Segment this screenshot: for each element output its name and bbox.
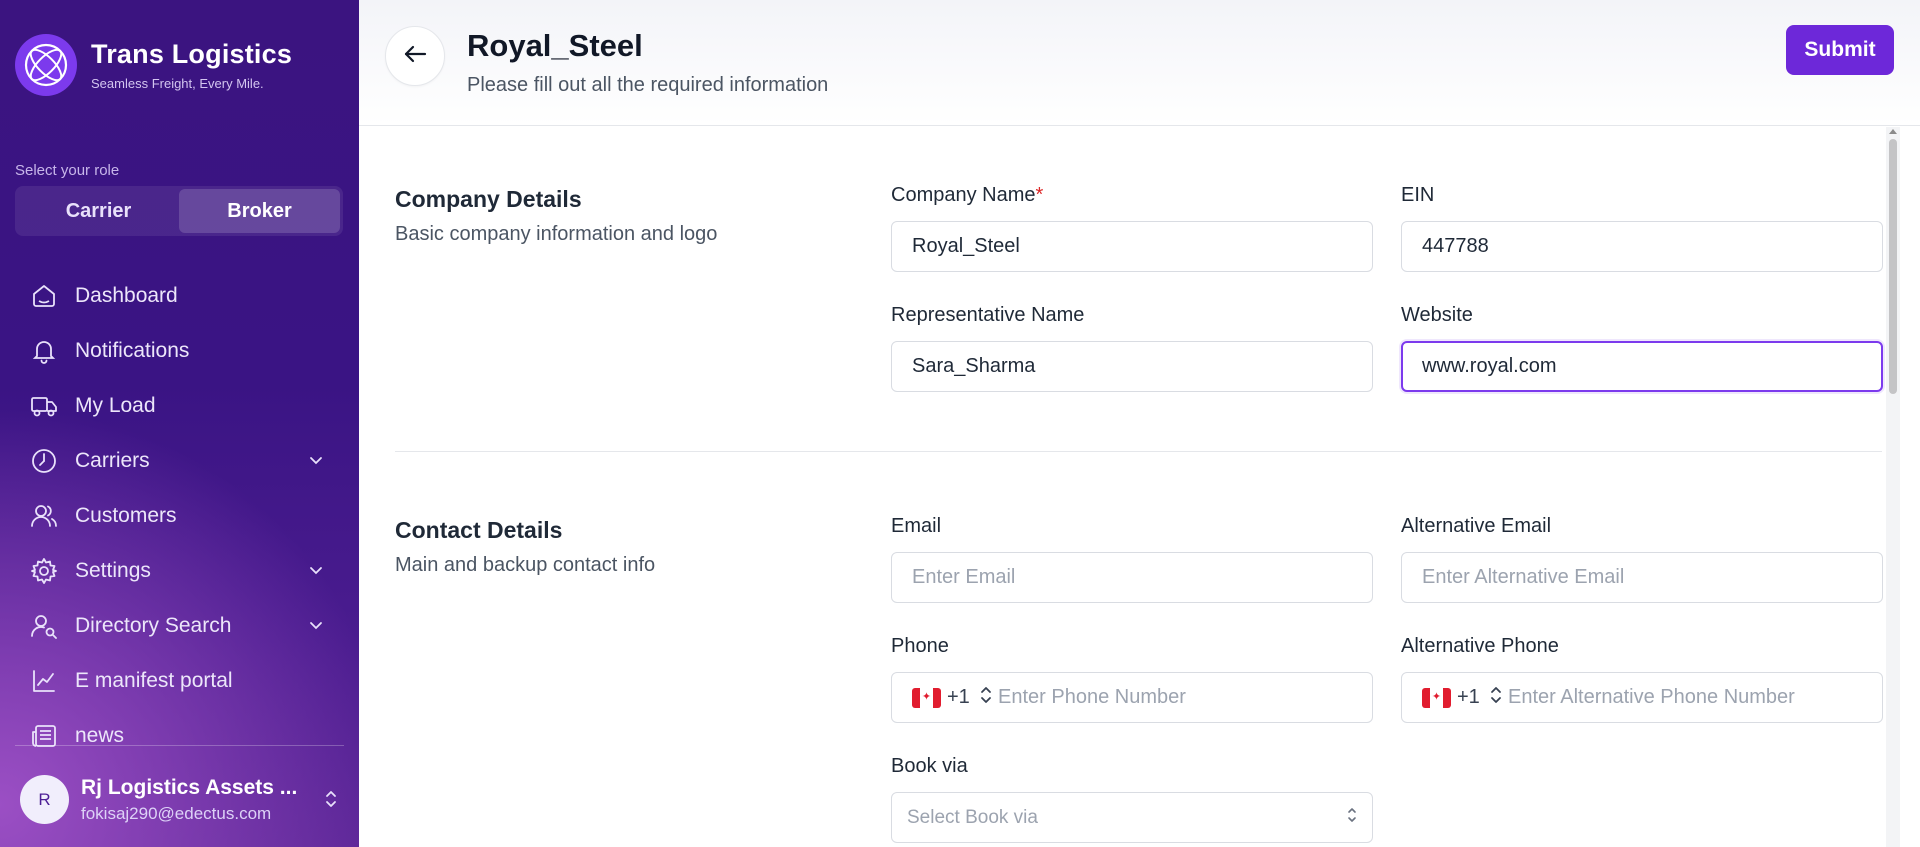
sidebar-item-label: news: [75, 723, 125, 747]
representative-name-label: Representative Name: [891, 304, 1085, 326]
alternative-phone-input[interactable]: [1508, 686, 1882, 709]
sidebar-item-news[interactable]: news: [0, 708, 359, 763]
brand-logo-icon: [15, 34, 77, 96]
role-switch: Carrier Broker: [15, 186, 343, 236]
sidebar-item-label: Dashboard: [75, 283, 178, 307]
ein-input[interactable]: [1401, 221, 1883, 272]
company-section-title: Company Details: [395, 186, 582, 212]
chevron-down-icon[interactable]: [307, 451, 325, 469]
email-field[interactable]: [891, 552, 1373, 603]
company-name-label: Company Name*: [891, 184, 1043, 207]
alternative-email-field[interactable]: [1401, 552, 1883, 603]
back-button[interactable]: [385, 26, 445, 86]
contact-section-description: Main and backup contact info: [395, 554, 656, 576]
sidebar-item-notifications[interactable]: Notifications: [0, 323, 359, 378]
chart-line-icon: [30, 667, 58, 695]
sidebar-item-e-manifest-portal[interactable]: E manifest portal: [0, 653, 359, 708]
contact-section-title: Contact Details: [395, 517, 563, 543]
role-broker-button[interactable]: Broker: [179, 189, 340, 233]
website-label: Website: [1401, 304, 1473, 326]
sidebar-item-label: Carriers: [75, 448, 150, 472]
sidebar-item-label: My Load: [75, 393, 156, 417]
phone-label: Phone: [891, 635, 949, 657]
role-label: Select your role: [15, 162, 120, 179]
representative-name-input[interactable]: [891, 341, 1373, 392]
chevron-down-icon[interactable]: [307, 616, 325, 634]
page-header: Royal_Steel Please fill out all the requ…: [359, 0, 1920, 126]
email-label: Email: [891, 515, 942, 537]
user-email: fokisaj290@edectus.com: [81, 803, 272, 823]
sidebar-item-my-load[interactable]: My Load: [0, 378, 359, 433]
sidebar-item-dashboard[interactable]: Dashboard: [0, 268, 359, 323]
book-via-label: Book via: [891, 755, 968, 777]
section-divider: [395, 451, 1882, 452]
canada-flag-icon: ✦: [1422, 687, 1451, 708]
sidebar-item-label: E manifest portal: [75, 668, 233, 692]
dial-code: +1: [947, 686, 970, 708]
country-code-select[interactable]: ✦ +1: [1402, 686, 1508, 709]
alternative-phone-field: ✦ +1: [1401, 672, 1883, 723]
sidebar: Trans Logistics Seamless Freight, Every …: [0, 0, 359, 847]
chevrons-up-down-icon: [1490, 686, 1502, 709]
book-via-select[interactable]: Select Book via: [891, 792, 1373, 843]
company-name-label-text: Company Name: [891, 184, 1036, 206]
ein-label: EIN: [1401, 184, 1435, 206]
alternative-phone-label: Alternative Phone: [1401, 635, 1559, 657]
canada-flag-icon: ✦: [912, 687, 941, 708]
user-profile[interactable]: R Rj Logistics Assets ... fokisaj290@ede…: [20, 772, 340, 827]
scrollbar[interactable]: [1886, 127, 1900, 847]
website-input[interactable]: [1401, 341, 1883, 392]
chevrons-up-down-icon: [1347, 807, 1357, 828]
sidebar-item-label: Customers: [75, 503, 177, 527]
avatar: R: [20, 775, 69, 824]
users-icon: [30, 502, 58, 530]
dial-code: +1: [1457, 686, 1480, 708]
sidebar-item-directory-search[interactable]: Directory Search: [0, 598, 359, 653]
brand: Trans Logistics Seamless Freight, Every …: [15, 34, 292, 96]
book-via-placeholder: Select Book via: [907, 806, 1038, 828]
country-code-select[interactable]: ✦ +1: [892, 686, 998, 709]
role-carrier-button[interactable]: Carrier: [18, 189, 179, 233]
scroll-up-arrow-icon[interactable]: [1889, 129, 1897, 134]
chevrons-up-down-icon: [980, 686, 992, 709]
user-search-icon: [30, 612, 58, 640]
bell-icon: [30, 337, 58, 365]
phone-input[interactable]: [998, 686, 1372, 709]
page-subtitle: Please fill out all the required informa…: [467, 74, 829, 96]
form-main: Company Details Basic company informatio…: [359, 127, 1920, 847]
page-title: Royal_Steel: [467, 28, 643, 63]
chevron-down-icon[interactable]: [307, 561, 325, 579]
sidebar-nav: Dashboard Notifications My Load Carriers: [0, 268, 359, 763]
arrow-left-icon: [402, 43, 428, 70]
company-name-input[interactable]: [891, 221, 1373, 272]
alternative-email-label: Alternative Email: [1401, 515, 1552, 537]
dashboard-icon: [30, 282, 58, 310]
sidebar-item-carriers[interactable]: Carriers: [0, 433, 359, 488]
sidebar-item-label: Settings: [75, 558, 151, 582]
chevrons-up-down-icon[interactable]: [322, 788, 340, 815]
gear-icon: [30, 557, 58, 585]
sidebar-item-label: Directory Search: [75, 613, 232, 637]
company-section-description: Basic company information and logo: [395, 223, 718, 245]
gauge-icon: [30, 447, 58, 475]
scrollbar-thumb[interactable]: [1889, 139, 1897, 394]
sidebar-item-settings[interactable]: Settings: [0, 543, 359, 598]
truck-icon: [30, 392, 58, 420]
user-name: Rj Logistics Assets ...: [81, 775, 298, 799]
submit-button[interactable]: Submit: [1786, 25, 1894, 75]
brand-title: Trans Logistics: [91, 39, 293, 69]
sidebar-divider: [15, 745, 344, 746]
required-marker: *: [1035, 184, 1044, 206]
sidebar-item-label: Notifications: [75, 338, 190, 362]
phone-field: ✦ +1: [891, 672, 1373, 723]
brand-tagline: Seamless Freight, Every Mile.: [91, 76, 264, 91]
sidebar-item-customers[interactable]: Customers: [0, 488, 359, 543]
